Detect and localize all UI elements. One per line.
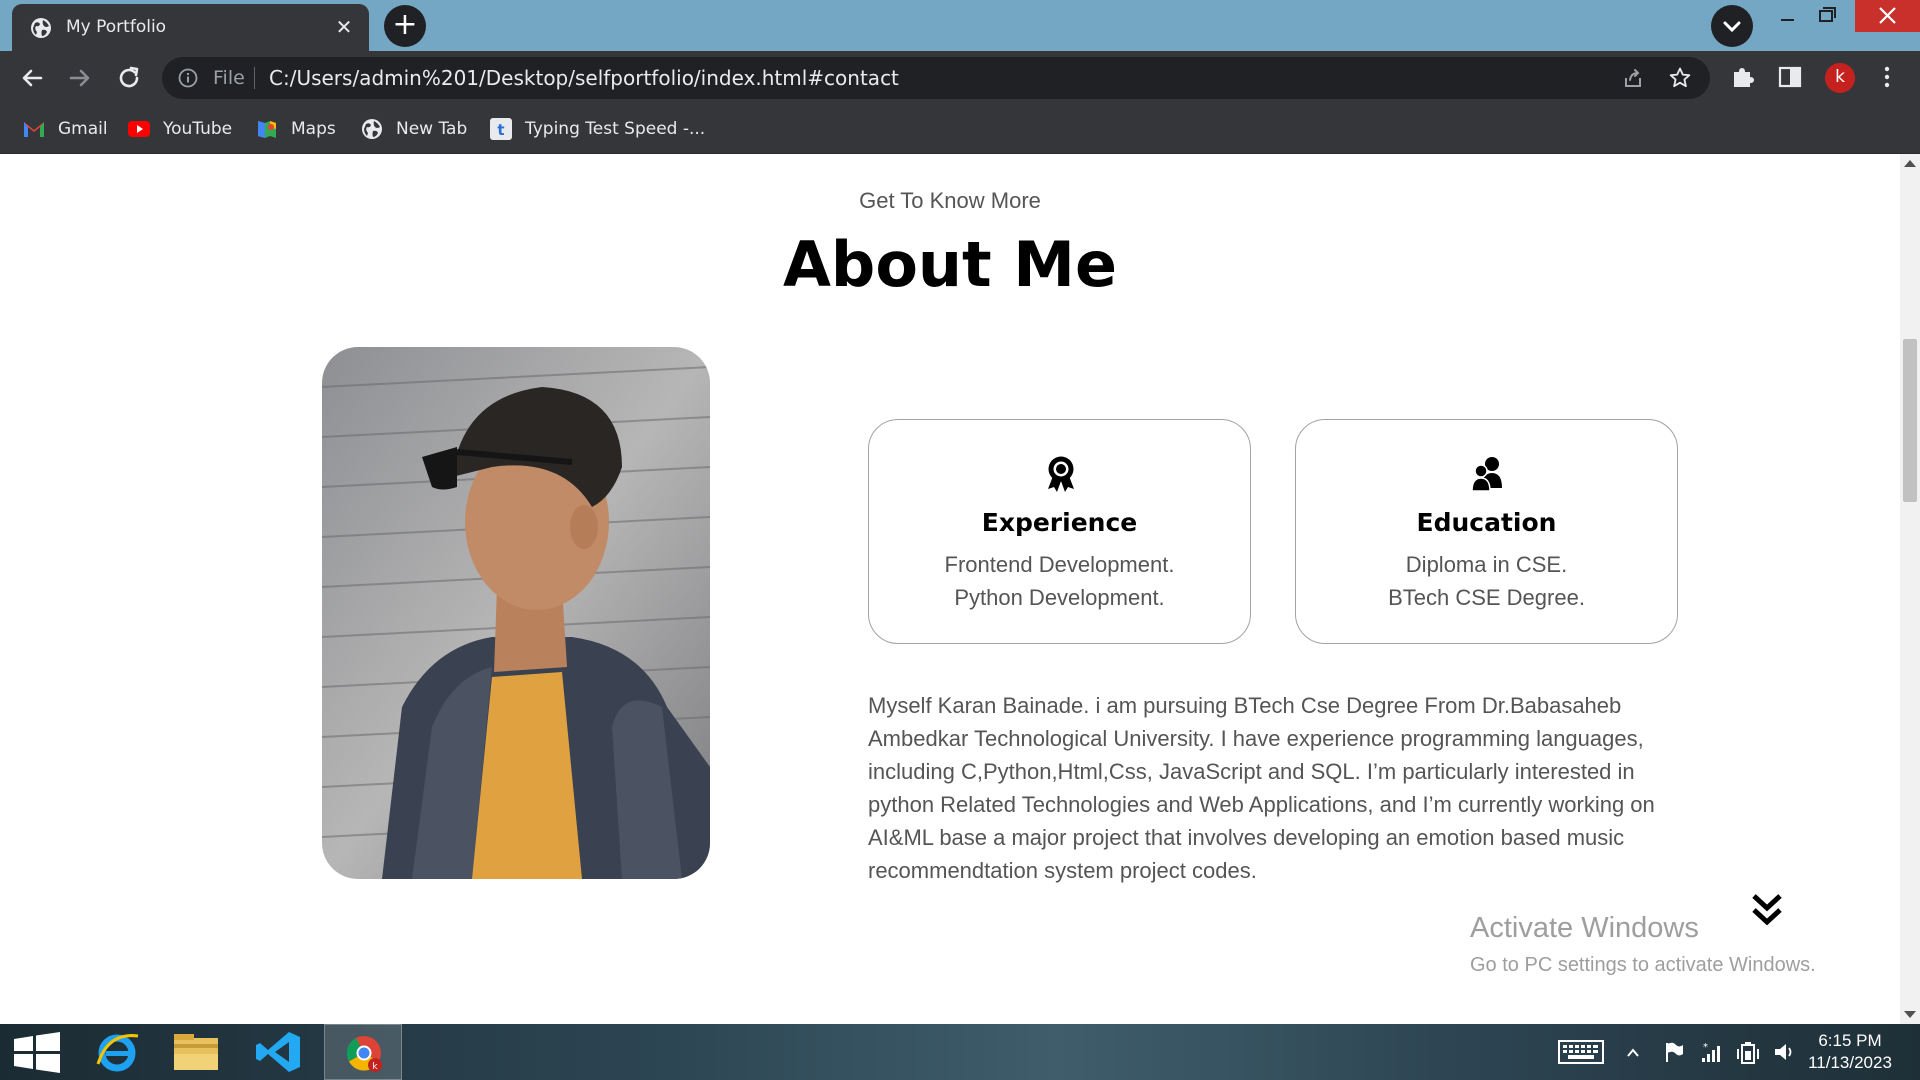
network-signal-icon[interactable]: * bbox=[1699, 1039, 1723, 1065]
reload-icon bbox=[119, 66, 139, 88]
browser-tab-my-portfolio[interactable]: My Portfolio ✕ bbox=[12, 4, 369, 51]
show-hidden-icons-caret-icon[interactable] bbox=[1624, 1039, 1642, 1065]
watermark-title: Activate Windows bbox=[1470, 912, 1699, 944]
svg-text:*: * bbox=[1703, 1042, 1708, 1053]
page-viewport: Get To Know More About Me Experience Fro… bbox=[0, 154, 1900, 1024]
card-title: Experience bbox=[981, 508, 1138, 537]
gmail-icon bbox=[24, 122, 44, 137]
share-icon[interactable] bbox=[1622, 67, 1644, 89]
globe-icon bbox=[31, 18, 51, 38]
bookmark-label: Maps bbox=[291, 119, 336, 139]
window-close-button[interactable] bbox=[1855, 0, 1920, 32]
bookmark-star-icon[interactable] bbox=[1668, 66, 1692, 90]
tab-title: My Portfolio bbox=[66, 17, 167, 37]
bookmarks-bar: Gmail YouTube Maps New Tab t Typing Test… bbox=[0, 105, 1920, 154]
new-tab-button[interactable]: + bbox=[384, 5, 426, 47]
profile-photo-illustration bbox=[322, 347, 710, 879]
tab-close-button[interactable]: ✕ bbox=[331, 14, 357, 40]
arrow-left-icon bbox=[22, 69, 43, 87]
action-center-flag-icon[interactable] bbox=[1663, 1039, 1685, 1065]
profile-photo bbox=[322, 347, 710, 879]
restore-icon bbox=[1819, 7, 1836, 22]
typing-test-icon: t bbox=[490, 118, 512, 140]
bookmark-label: Typing Test Speed -... bbox=[525, 119, 706, 139]
chevron-down-icon bbox=[1723, 21, 1741, 33]
internet-explorer-icon bbox=[96, 1034, 139, 1072]
section-subtitle: Get To Know More bbox=[859, 188, 1041, 213]
bookmark-new-tab[interactable]: New Tab bbox=[360, 117, 467, 141]
forward-button[interactable] bbox=[64, 62, 96, 94]
bookmark-youtube[interactable]: YouTube bbox=[127, 117, 232, 141]
clock-date: 11/13/2023 bbox=[1808, 1053, 1892, 1072]
volume-icon[interactable] bbox=[1772, 1039, 1794, 1065]
education-card: Education Diploma in CSE. BTech CSE Degr… bbox=[1295, 419, 1678, 644]
windows-logo-icon bbox=[14, 1032, 60, 1073]
scroll-down-arrow-icon[interactable] bbox=[1750, 892, 1784, 928]
award-icon bbox=[1048, 456, 1074, 492]
profile-avatar[interactable]: k bbox=[1825, 63, 1855, 93]
youtube-icon bbox=[128, 121, 150, 137]
tab-search-button[interactable] bbox=[1711, 5, 1753, 47]
taskbar-chrome[interactable]: k bbox=[324, 1024, 402, 1080]
info-icon[interactable] bbox=[178, 68, 198, 88]
folder-icon bbox=[174, 1034, 218, 1070]
address-separator bbox=[254, 67, 255, 89]
close-icon bbox=[1879, 7, 1896, 24]
vscode-icon bbox=[256, 1032, 300, 1072]
window-minimize-button[interactable] bbox=[1765, 0, 1809, 32]
section-title: About Me bbox=[782, 228, 1118, 301]
svg-text:k: k bbox=[372, 1062, 378, 1072]
card-detail: Frontend Development. bbox=[944, 552, 1175, 577]
bookmark-gmail[interactable]: Gmail bbox=[22, 117, 108, 141]
battery-power-icon[interactable] bbox=[1736, 1039, 1760, 1065]
reload-button[interactable] bbox=[113, 62, 145, 94]
scroll-down-small-arrow-icon[interactable] bbox=[1904, 1011, 1916, 1018]
experience-card: Experience Frontend Development. Python … bbox=[868, 419, 1251, 644]
start-button[interactable] bbox=[0, 1024, 78, 1080]
scroll-up-arrow-icon[interactable] bbox=[1904, 160, 1916, 167]
chrome-icon: k bbox=[346, 1036, 382, 1072]
back-button[interactable] bbox=[16, 62, 48, 94]
touch-keyboard-icon[interactable] bbox=[1558, 1039, 1604, 1065]
bookmark-label: New Tab bbox=[396, 119, 468, 139]
minimize-icon bbox=[1781, 19, 1794, 21]
clock-time: 6:15 PM bbox=[1818, 1031, 1882, 1050]
browser-tab-strip: My Portfolio ✕ + bbox=[0, 0, 1920, 51]
maps-icon bbox=[258, 121, 276, 138]
card-detail: BTech CSE Degree. bbox=[1388, 585, 1585, 610]
taskbar-vscode[interactable] bbox=[240, 1024, 318, 1080]
card-detail: Python Development. bbox=[954, 585, 1165, 610]
scrollbar-thumb[interactable] bbox=[1903, 339, 1917, 502]
url-scheme-label: File bbox=[213, 67, 245, 89]
arrow-right-icon bbox=[69, 69, 90, 87]
taskbar-clock[interactable]: 6:15 PM 11/13/2023 bbox=[1800, 1030, 1900, 1074]
taskbar-internet-explorer[interactable] bbox=[78, 1024, 156, 1080]
url-text[interactable]: C:/Users/admin%201/Desktop/selfportfolio… bbox=[269, 66, 899, 90]
watermark-subtitle: Go to PC settings to activate Windows. bbox=[1470, 954, 1816, 976]
card-detail: Diploma in CSE. bbox=[1405, 552, 1568, 577]
side-panel-icon[interactable] bbox=[1777, 64, 1803, 90]
browser-toolbar: File C:/Users/admin%201/Desktop/selfport… bbox=[0, 51, 1920, 105]
more-menu-icon[interactable] bbox=[1874, 64, 1900, 90]
bookmark-label: YouTube bbox=[163, 119, 233, 139]
bookmark-typing-test[interactable]: t Typing Test Speed -... bbox=[489, 117, 705, 141]
card-title: Education bbox=[1416, 508, 1557, 537]
bookmark-label: Gmail bbox=[58, 119, 108, 139]
taskbar-file-explorer[interactable] bbox=[157, 1024, 235, 1080]
svg-text:t: t bbox=[497, 121, 504, 139]
address-bar[interactable]: File C:/Users/admin%201/Desktop/selfport… bbox=[162, 57, 1710, 99]
users-icon bbox=[1471, 457, 1502, 492]
bookmark-maps[interactable]: Maps bbox=[255, 117, 336, 141]
globe-icon bbox=[362, 119, 382, 139]
page-scrollbar[interactable] bbox=[1900, 154, 1920, 1024]
extensions-puzzle-icon[interactable] bbox=[1730, 64, 1756, 90]
about-bio-text: Myself Karan Bainade. i am pursuing BTec… bbox=[868, 693, 1655, 883]
window-restore-button[interactable] bbox=[1806, 0, 1850, 32]
windows-taskbar: k * 6:15 PM 11/13/2023 bbox=[0, 1024, 1920, 1080]
